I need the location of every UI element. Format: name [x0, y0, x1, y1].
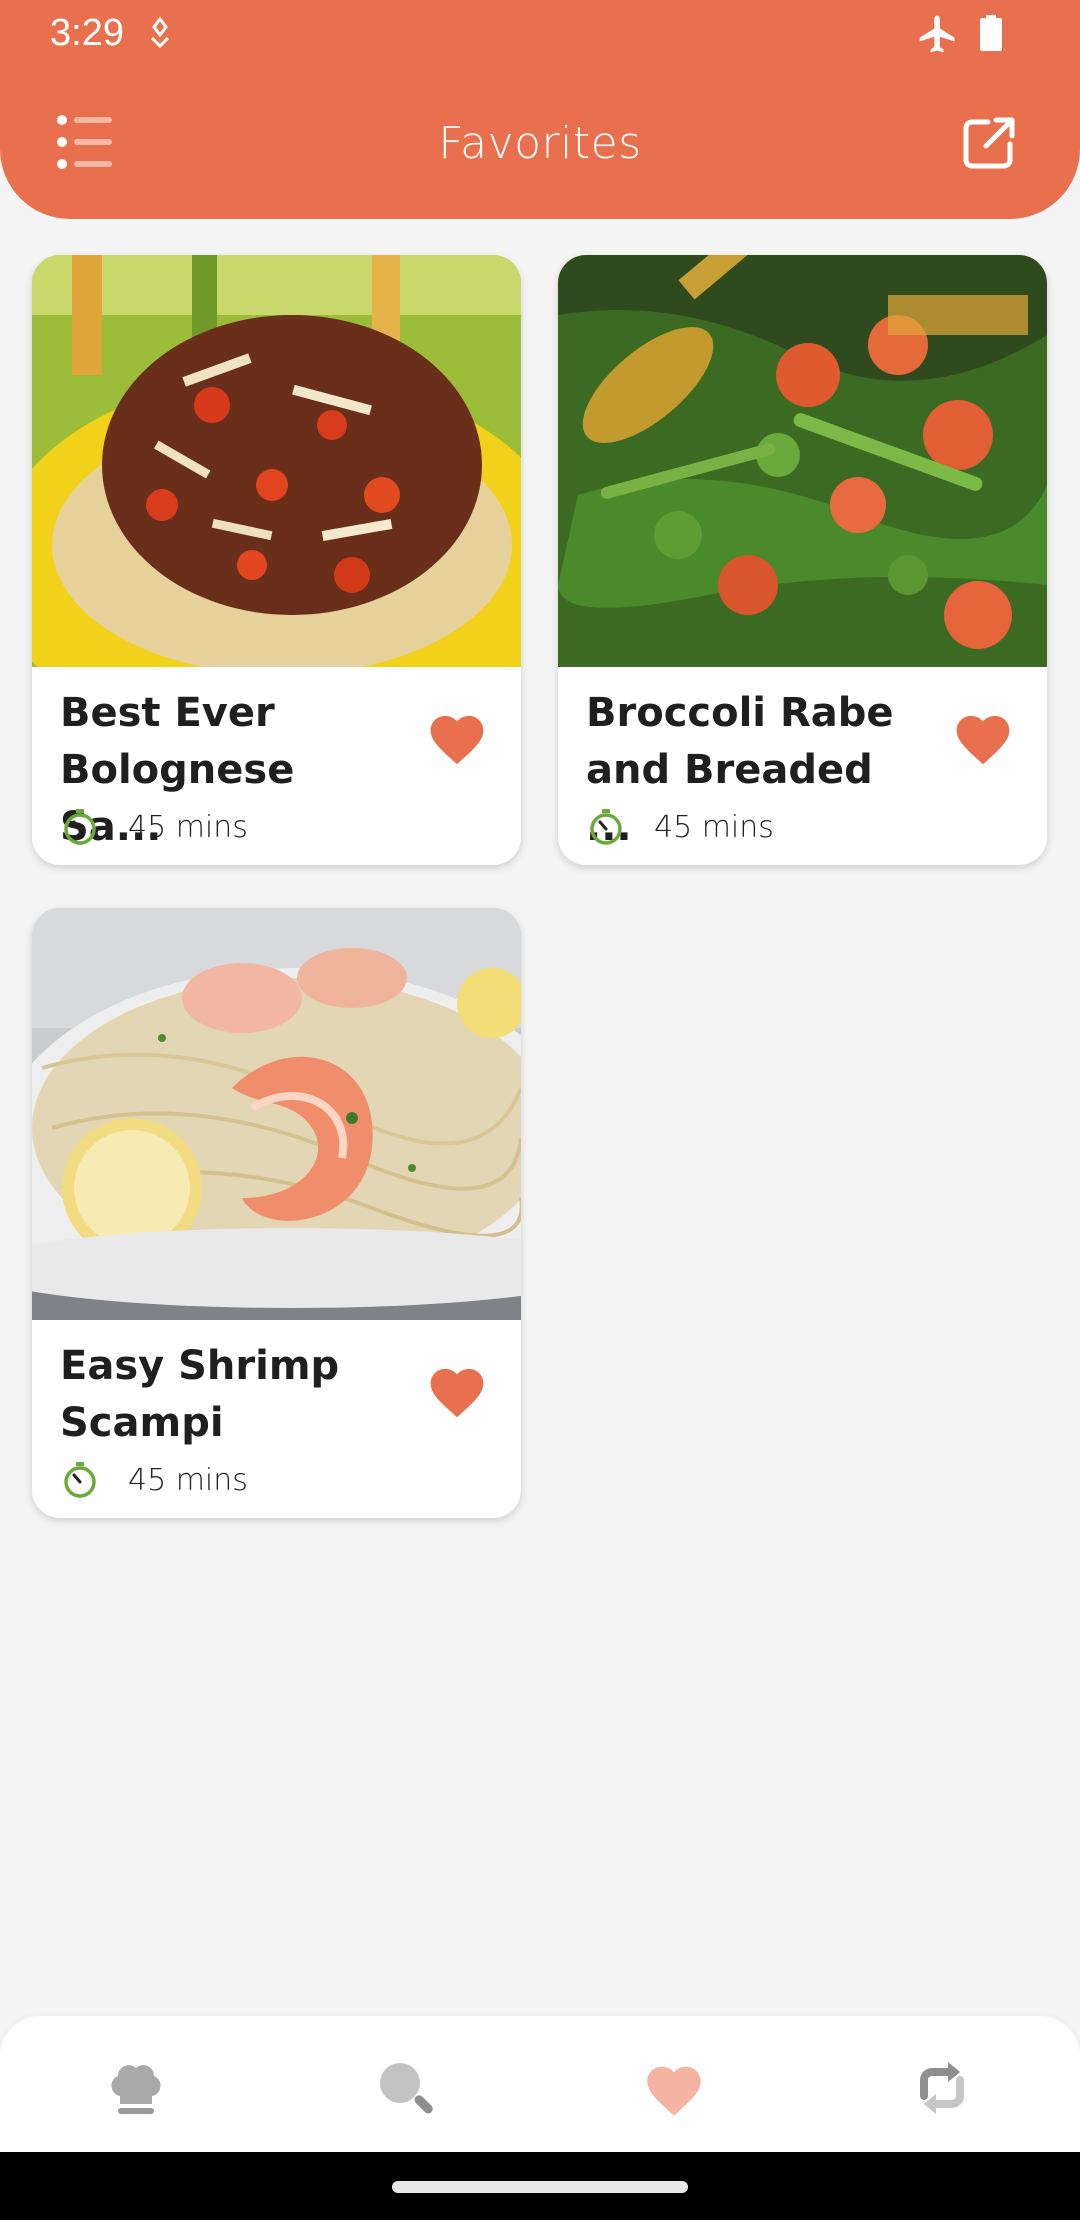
chef-hat-icon[interactable]: [104, 2056, 168, 2120]
battery-icon: [980, 15, 1002, 51]
timer-icon: [64, 809, 96, 845]
recipe-image: [558, 255, 1047, 667]
notification-icon: [150, 16, 170, 49]
share-icon[interactable]: [960, 114, 1018, 172]
recipe-title: Easy Shrimp Scampi: [60, 1343, 340, 1446]
status-time: 3:29: [50, 12, 124, 54]
app-screen: 3:29 Favorites Best Ever Bolognese Sa...…: [0, 0, 1080, 2220]
recipe-image: [32, 255, 521, 667]
heart-icon[interactable]: [642, 2056, 706, 2120]
favorite-heart-icon[interactable]: [425, 708, 489, 766]
home-gesture-handle[interactable]: [392, 2181, 688, 2193]
app-header: 3:29 Favorites: [0, 0, 1080, 219]
recipe-time: 45 mins: [128, 1463, 248, 1498]
airplane-mode-icon: [919, 15, 955, 53]
recipe-card[interactable]: Best Ever Bolognese Sa... 45 mins: [32, 255, 521, 865]
favorite-heart-icon[interactable]: [951, 708, 1015, 766]
recipe-time: 45 mins: [128, 810, 248, 845]
recipe-time: 45 mins: [654, 810, 774, 845]
bottom-navigation: [0, 2016, 1080, 2152]
recipe-card[interactable]: Easy Shrimp Scampi 45 mins: [32, 908, 521, 1518]
favorite-heart-icon[interactable]: [425, 1361, 489, 1419]
sync-icon[interactable]: [910, 2056, 974, 2120]
timer-icon: [64, 1462, 96, 1498]
recipe-image: [32, 908, 521, 1320]
timer-icon: [590, 809, 622, 845]
recipe-card[interactable]: Broccoli Rabe and Breaded ... 45 mins: [558, 255, 1047, 865]
search-icon[interactable]: [373, 2056, 437, 2120]
page-title: Favorites: [438, 118, 642, 169]
